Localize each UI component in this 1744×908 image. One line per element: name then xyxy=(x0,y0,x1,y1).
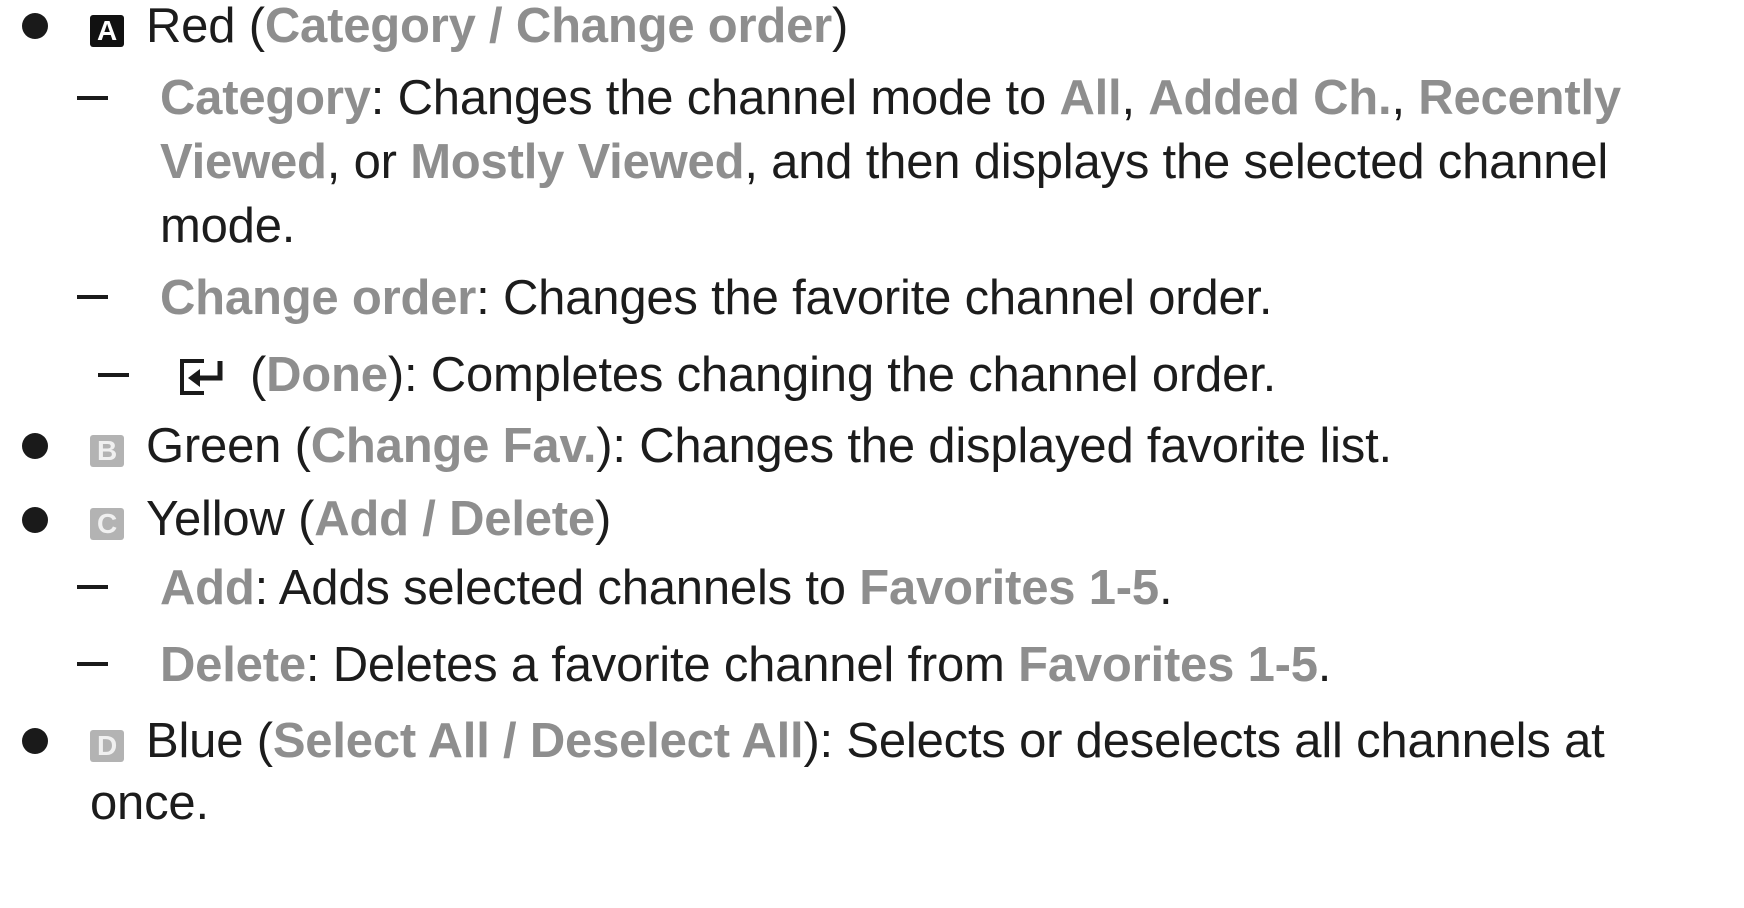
bullet-yellow xyxy=(22,507,48,533)
sub-category-line3: mode. xyxy=(160,199,296,253)
dash-add xyxy=(77,585,108,589)
key-b-icon: B xyxy=(90,435,124,467)
item-red: A Red (Category / Change order) xyxy=(90,0,848,54)
keyword-category: Category xyxy=(264,0,476,53)
item-blue-line2: once. xyxy=(90,776,209,830)
item-blue: D Blue (Select All / Deselect All): Selec… xyxy=(90,713,1605,769)
dash-category xyxy=(77,96,108,100)
dash-done xyxy=(98,373,129,377)
dash-delete xyxy=(77,662,108,666)
keyword-change-order: Change order xyxy=(515,0,833,53)
key-d-icon: D xyxy=(90,730,124,762)
sub-category-line2: Viewed, or Mostly Viewed, and then displ… xyxy=(160,135,1609,189)
item-red-label: Red xyxy=(146,0,236,53)
sub-category: Category: Changes the channel mode to Al… xyxy=(160,71,1621,125)
keyword-add-delete: Add / Delete xyxy=(314,492,595,546)
sub-done: (Done): Completes changing the channel o… xyxy=(180,347,1276,403)
sub-change-order: Change order: Changes the favorite chann… xyxy=(160,271,1273,325)
bullet-blue xyxy=(22,728,48,754)
bullet-red xyxy=(22,13,48,39)
key-a-icon: A xyxy=(90,15,124,47)
sub-add: Add: Adds selected channels to Favorites… xyxy=(160,561,1173,615)
item-green: B Green (Change Fav.): Changes the displa… xyxy=(90,418,1392,474)
bullet-green xyxy=(22,433,48,459)
dash-change-order xyxy=(77,295,108,299)
item-yellow: C Yellow (Add / Delete) xyxy=(90,491,611,547)
enter-return-icon xyxy=(180,359,223,395)
item-blue-label: Blue xyxy=(146,714,244,768)
keyword-change-fav: Change Fav. xyxy=(310,419,597,473)
sub-delete: Delete: Deletes a favorite channel from … xyxy=(160,638,1332,692)
keyword-select-all: Select All / Deselect All xyxy=(272,714,804,768)
item-green-label: Green xyxy=(146,419,282,473)
item-yellow-label: Yellow xyxy=(146,492,285,546)
key-c-icon: C xyxy=(90,508,124,540)
